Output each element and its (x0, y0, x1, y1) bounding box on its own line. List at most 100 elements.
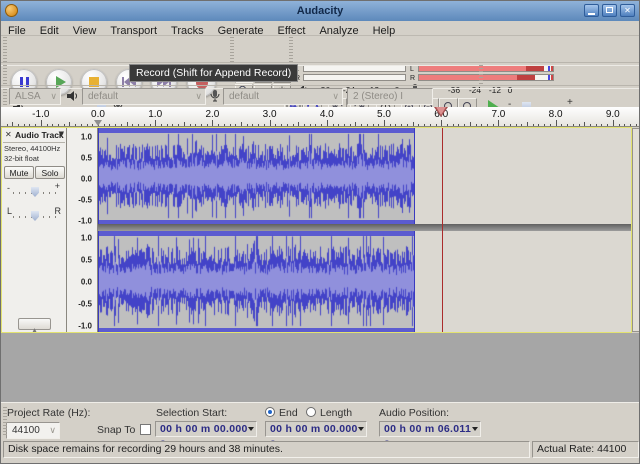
ruler-tick (252, 124, 253, 126)
ruler-tick (561, 124, 562, 126)
end-radio[interactable] (265, 407, 275, 417)
ruler-time-label: 4.0 (320, 109, 334, 120)
waveform-channel-1[interactable] (99, 133, 414, 219)
title-bar: Audacity ✕ (1, 1, 639, 21)
maximize-button[interactable] (602, 4, 617, 17)
recording-meter-l-bar (418, 65, 554, 72)
audio-position-field[interactable]: 00 h 00 m 06.011 s (379, 421, 481, 437)
track-close-icon[interactable]: ✕ (5, 130, 12, 139)
selection-end-stepper-icon[interactable] (358, 427, 364, 431)
vertical-scrollbar[interactable] (632, 128, 640, 332)
ruler-tick (321, 124, 322, 126)
ruler-tick (441, 120, 442, 126)
window-title: Audacity (1, 1, 639, 21)
ruler-time-label: 2.0 (205, 109, 219, 120)
ruler-time-label: -1.0 (32, 109, 49, 120)
minimize-button[interactable] (584, 4, 599, 17)
ruler-tick (230, 124, 231, 126)
close-icon: ✕ (624, 6, 631, 15)
close-button[interactable]: ✕ (620, 4, 635, 17)
audio-host-arrow-icon: ∨ (50, 90, 57, 105)
ruler-tick (527, 122, 528, 126)
timeline-ruler[interactable]: -1.00.01.02.03.04.05.06.07.08.09.0 (1, 107, 640, 127)
length-radio-label: Length (320, 407, 352, 419)
minimize-icon (588, 13, 595, 15)
waveform-channel-2[interactable] (99, 235, 414, 327)
recording-device-select[interactable]: default∨ (223, 88, 343, 105)
audio-clip[interactable] (98, 231, 415, 332)
ruler-tick (407, 124, 408, 126)
ruler-tick (207, 124, 208, 126)
ruler-tick (12, 122, 13, 126)
project-rate-value: 44100 (12, 425, 40, 436)
ruler-tick (327, 120, 328, 126)
toolbar-grip[interactable] (479, 64, 483, 84)
ruler-tick (544, 124, 545, 126)
track-control-panel: ✕ Audio Track ▼ Stereo, 44100Hz 32-bit f… (2, 128, 67, 332)
mute-button[interactable]: Mute (4, 166, 34, 179)
audio-clip[interactable] (98, 128, 415, 224)
ruler-tick (619, 124, 620, 126)
ruler-tick (201, 124, 202, 126)
ruler-tick (172, 124, 173, 126)
toolbar-grip[interactable] (289, 36, 293, 62)
playback-device-value: default (88, 91, 118, 102)
ruler-tick (636, 124, 637, 126)
ruler-tick (224, 124, 225, 126)
ruler-tick (355, 122, 356, 126)
recording-channels-value: 2 (Stereo) I (353, 91, 403, 102)
meter-recent-peak (526, 66, 544, 71)
ruler-tick (538, 124, 539, 126)
audio-host-select[interactable]: ALSA ∨ (9, 88, 61, 105)
track-title[interactable]: Audio Track (15, 130, 64, 140)
recording-meter[interactable]: L R (408, 64, 558, 83)
gain-slider-thumb[interactable] (31, 187, 39, 197)
audio-position-stepper-icon[interactable] (472, 427, 478, 431)
ruler-tick (436, 124, 437, 126)
selection-start-stepper-icon[interactable] (248, 427, 254, 431)
recording-device-value: default (229, 91, 259, 102)
playback-device-select[interactable]: default∨ (82, 88, 206, 105)
length-radio[interactable] (306, 407, 316, 417)
audio-position-label: Audio Position: (379, 407, 449, 419)
recording-position-marker-fill (436, 107, 446, 115)
ruler-time-label: 5.0 (377, 109, 391, 120)
recording-meter-l-label: L (410, 66, 414, 74)
ruler-tick (401, 124, 402, 126)
selection-end-field[interactable]: 00 h 00 m 00.000 s (265, 421, 367, 437)
project-rate-select[interactable]: 44100∨ (6, 422, 60, 439)
audio-host-value: ALSA (15, 91, 41, 102)
vertical-scrollbar-thumb[interactable] (632, 128, 640, 332)
recording-meter-r-bar (418, 74, 554, 81)
solo-button[interactable]: Solo (35, 166, 65, 179)
toolbar-grip[interactable] (3, 36, 7, 62)
record-tooltip: Record (Shift for Append Record) (129, 64, 298, 82)
track-menu-dropdown-icon[interactable]: ▼ (59, 130, 64, 138)
selection-start-field[interactable]: 00 h 00 m 00.000 s (155, 421, 257, 437)
toolbar-grip[interactable] (3, 64, 7, 84)
pan-slider-thumb[interactable] (31, 211, 39, 221)
recording-channels-select[interactable]: 2 (Stereo) I (347, 88, 433, 105)
ruler-tick (521, 124, 522, 126)
ruler-tick (630, 124, 631, 126)
ruler-tick (58, 124, 59, 126)
device-toolbar: ALSA ∨ default∨ default∨ 2 (Stereo) I (1, 86, 640, 107)
toolbar-grip[interactable] (230, 36, 234, 62)
vertical-scale-label: -1.0 (78, 217, 92, 226)
snap-to-checkbox[interactable] (140, 424, 151, 435)
ruler-tick (64, 124, 65, 126)
track-collapse-button[interactable]: ▲ (18, 318, 51, 330)
maximize-icon (606, 7, 613, 13)
toolbar-grip[interactable] (3, 88, 7, 105)
ruler-tick (138, 124, 139, 126)
track-vertical-scale[interactable]: 1.00.50.0-0.5-1.01.00.50.0-0.5-1.0 (67, 128, 98, 332)
playback-meter[interactable]: L R (293, 64, 408, 83)
vertical-scale-label: -0.5 (78, 300, 92, 309)
end-radio-label: End (279, 407, 298, 419)
ruler-tick (378, 124, 379, 126)
ruler-tick (556, 120, 557, 126)
ruler-tick (190, 124, 191, 126)
ruler-tick (287, 124, 288, 126)
ruler-tick (567, 124, 568, 126)
toolbar-grip[interactable] (3, 405, 7, 435)
